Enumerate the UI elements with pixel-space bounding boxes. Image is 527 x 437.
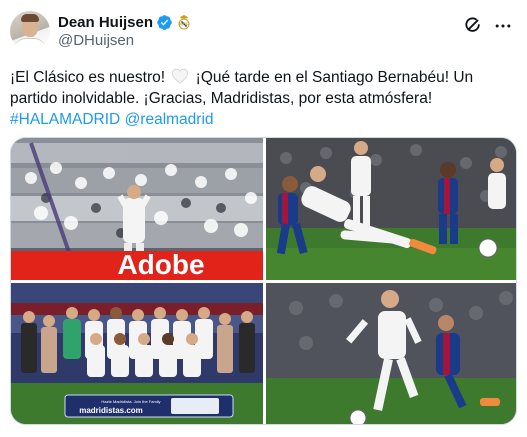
tweet-text: ¡El Clásico es nuestro! ¡Qué tarde en el… xyxy=(10,67,510,130)
mention-link[interactable]: @realmadrid xyxy=(125,111,214,128)
tweet-header: Dean Huijsen MCF @DHuijsen xyxy=(10,10,517,54)
photo-dribble[interactable] xyxy=(266,283,516,424)
adobe-banner-text: Adobe xyxy=(117,249,204,280)
svg-text:MCF: MCF xyxy=(179,22,189,27)
verified-badge-icon[interactable] xyxy=(156,14,173,31)
more-options-icon[interactable] xyxy=(493,16,513,36)
author-display-name[interactable]: Dean Huijsen xyxy=(58,14,153,31)
sponsor-board-line1: Hazte Madridista. Join the Family xyxy=(101,399,160,404)
sponsor-board-line2: madridistas.com xyxy=(79,406,143,415)
white-heart-icon xyxy=(172,68,189,84)
hashtag-link[interactable]: #HALAMADRID xyxy=(10,111,120,128)
grok-icon[interactable] xyxy=(463,15,483,35)
tweet-card: Dean Huijsen MCF @DHuijsen ¡El Clásico e… xyxy=(0,0,527,437)
media-grid: Adobe Hazte Madridista. Join the Family … xyxy=(10,137,517,425)
real-madrid-crest-icon: MCF xyxy=(178,15,190,30)
photo-tackle[interactable] xyxy=(266,138,516,280)
photo-celebration[interactable]: Adobe xyxy=(11,138,263,280)
tweet-text-part1: ¡El Clásico es nuestro! xyxy=(10,69,170,86)
author-name-row: Dean Huijsen MCF xyxy=(58,12,191,32)
photo-team-lineup[interactable]: Hazte Madridista. Join the Family madrid… xyxy=(11,283,263,424)
avatar[interactable] xyxy=(10,11,50,51)
author-handle[interactable]: @DHuijsen xyxy=(58,32,134,49)
